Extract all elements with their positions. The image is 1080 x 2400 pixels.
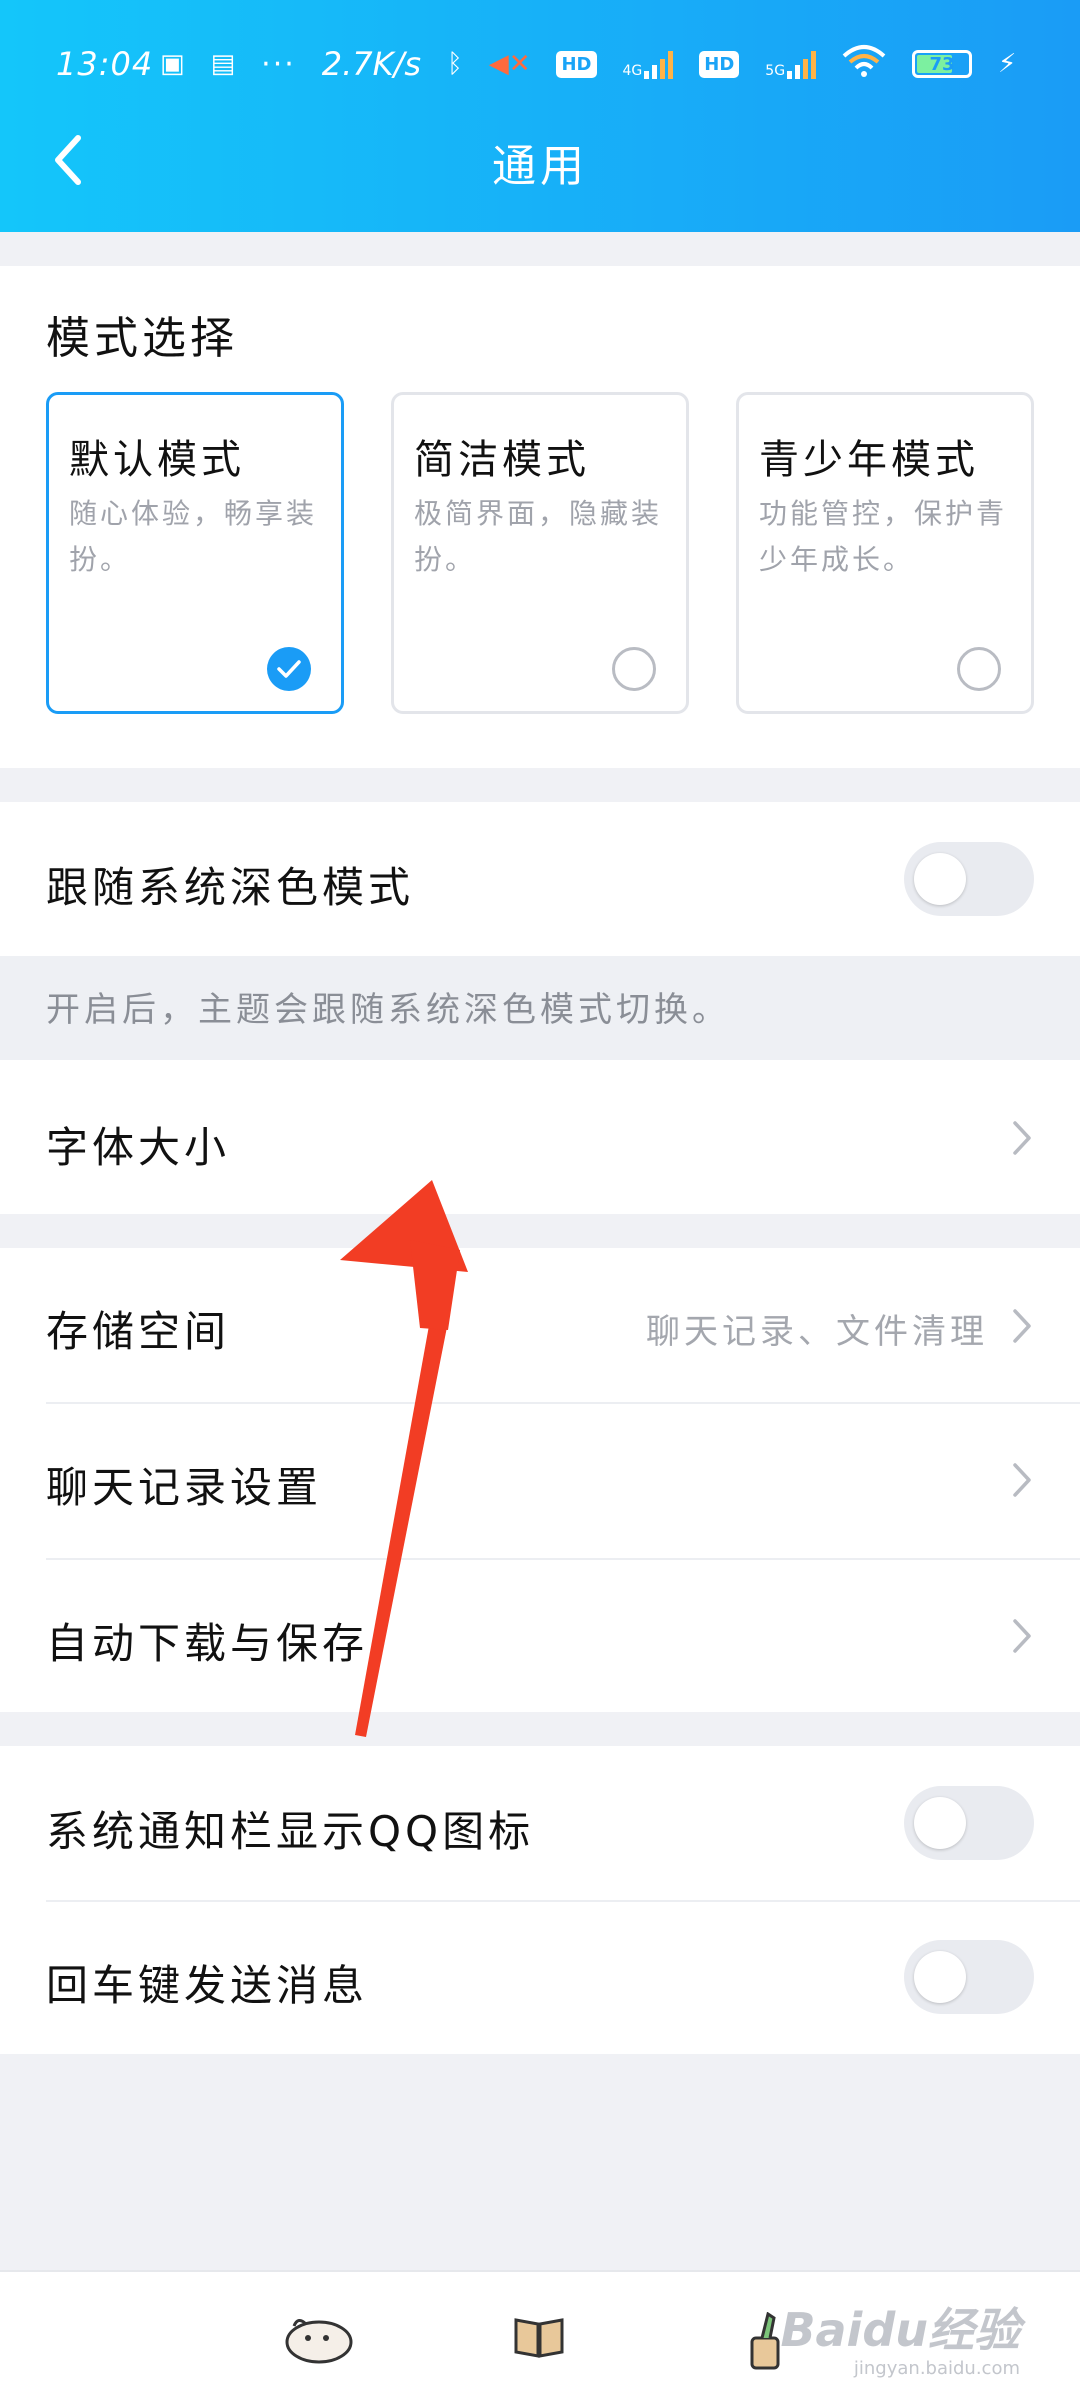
notification-icon: ▤ — [210, 49, 236, 79]
network-speed: 2.7K/s — [321, 45, 422, 83]
mode-card-title: 默认模式 — [69, 437, 245, 483]
enter-send-row[interactable]: 回车键发送消息 — [0, 1902, 1080, 2054]
dark-mode-label: 跟随系统深色模式 — [46, 863, 415, 912]
auto-download-label: 自动下载与保存 — [46, 1619, 369, 1668]
status-icons: ▣ ▤ ··· 2.7K/s ᛒ ◀✕ HD 4G HD 5G 73 ⚡ — [160, 44, 1016, 85]
mode-card-default[interactable]: 默认模式 随心体验，畅享装扮。 — [46, 392, 344, 714]
toggle-knob — [914, 1797, 966, 1849]
bottom-bar: Baidu经验 jingyan.baidu.com — [0, 2270, 1080, 2400]
mute-icon: ◀✕ — [488, 49, 531, 79]
storage-subtitle: 聊天记录、文件清理 — [646, 1312, 988, 1352]
mode-card-description: 随心体验，畅享装扮。 — [69, 497, 318, 576]
auto-download-row[interactable]: 自动下载与保存 — [0, 1560, 1080, 1712]
bluetooth-icon: ᛒ — [447, 49, 463, 79]
radio-unchecked-icon[interactable] — [612, 647, 656, 691]
font-size-label: 字体大小 — [46, 1123, 231, 1172]
storage-group: 存储空间 聊天记录、文件清理 聊天记录设置 自动下载与保存 — [0, 1248, 1080, 1712]
status-time: 13:04 — [56, 45, 154, 83]
mode-card-description: 功能管控，保护青少年成长。 — [759, 497, 1008, 576]
chevron-right-icon — [1013, 1309, 1031, 1343]
more-notifications-icon: ··· — [261, 46, 296, 82]
chat-history-label: 聊天记录设置 — [46, 1463, 323, 1512]
storage-label: 存储空间 — [46, 1307, 231, 1356]
qq-icon-toggle[interactable] — [904, 1786, 1034, 1860]
header-bar: 13:04 ▣ ▤ ··· 2.7K/s ᛒ ◀✕ HD 4G HD 5G 73… — [0, 0, 1080, 232]
mode-heading: 模式选择 — [46, 313, 238, 364]
qq-icon-row[interactable]: 系统通知栏显示QQ图标 — [0, 1746, 1080, 1900]
dark-mode-row[interactable]: 跟随系统深色模式 — [0, 802, 1080, 956]
charging-icon: ⚡ — [998, 49, 1017, 79]
toggle-knob — [914, 1951, 966, 2003]
qq-icon-label: 系统通知栏显示QQ图标 — [46, 1807, 535, 1856]
dark-mode-toggle[interactable] — [904, 842, 1034, 916]
mode-card-title: 简洁模式 — [414, 437, 590, 483]
watermark-main: Baidu经验 — [780, 2303, 1020, 2357]
chat-history-row[interactable]: 聊天记录设置 — [0, 1404, 1080, 1558]
book-icon[interactable] — [512, 2312, 566, 2362]
status-bar: 13:04 ▣ ▤ ··· 2.7K/s ᛒ ◀✕ HD 4G HD 5G 73… — [0, 34, 1080, 94]
mode-selection-section: 模式选择 默认模式 随心体验，畅享装扮。 简洁模式 极简界面，隐藏装扮。 青少年… — [0, 266, 1080, 768]
toggle-knob — [914, 853, 966, 905]
mode-card-simple[interactable]: 简洁模式 极简界面，隐藏装扮。 — [391, 392, 689, 714]
enter-send-toggle[interactable] — [904, 1940, 1034, 2014]
radio-unchecked-icon[interactable] — [957, 647, 1001, 691]
chevron-right-icon — [1013, 1619, 1031, 1653]
notification-icon: ▣ — [160, 49, 185, 79]
penguin-icon[interactable] — [282, 2312, 356, 2368]
hd-badge: HD — [556, 50, 597, 78]
watermark-sub: jingyan.baidu.com — [853, 2358, 1020, 2379]
signal-5g-icon: 5G — [765, 49, 817, 79]
red-arrow-annotation — [340, 1180, 468, 1737]
hd-badge: HD — [699, 50, 740, 78]
radio-checked-icon[interactable] — [267, 647, 311, 691]
wifi-icon — [842, 44, 886, 85]
storage-row[interactable]: 存储空间 聊天记录、文件清理 — [0, 1248, 1080, 1402]
mode-card-description: 极简界面，隐藏装扮。 — [414, 497, 663, 576]
chevron-right-icon — [1013, 1463, 1031, 1497]
mode-card-teen[interactable]: 青少年模式 功能管控，保护青少年成长。 — [736, 392, 1034, 714]
page-title: 通用 — [492, 141, 588, 192]
chevron-right-icon — [1013, 1121, 1031, 1155]
font-size-row[interactable]: 字体大小 — [0, 1060, 1080, 1214]
notification-group: 系统通知栏显示QQ图标 回车键发送消息 — [0, 1746, 1080, 2054]
signal-4g-icon: 4G — [623, 49, 674, 79]
dark-mode-hint-bar: 开启后，主题会跟随系统深色模式切换。 — [0, 956, 1080, 1060]
battery-icon: 73 — [912, 50, 973, 78]
dark-mode-hint: 开启后，主题会跟随系统深色模式切换。 — [46, 990, 730, 1030]
enter-send-label: 回车键发送消息 — [46, 1961, 369, 2010]
baidu-watermark: Baidu经验 jingyan.baidu.com — [780, 2294, 1020, 2379]
mode-card-title: 青少年模式 — [759, 437, 979, 483]
